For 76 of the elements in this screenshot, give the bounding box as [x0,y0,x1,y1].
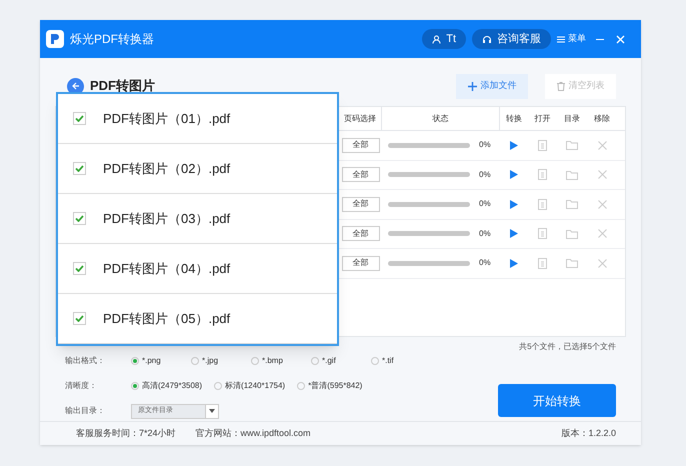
radio-option[interactable]: *普清(595*842) [297,380,362,392]
file-name: PDF转图片（01）.pdf [103,110,230,128]
file-name: PDF转图片（05）.pdf [103,310,230,328]
close-icon[interactable] [598,170,606,180]
play-icon[interactable] [510,229,518,238]
document-icon[interactable] [538,228,547,240]
play-icon[interactable] [510,200,518,209]
file-summary: 共5个文件，已选择5个文件 [519,341,616,353]
caret-icon [209,409,215,413]
option-label: 输出目录： [65,405,106,417]
website-text: 官方网站：www.ipdftool.com [196,426,311,440]
folder-icon[interactable] [566,170,578,180]
radio-option[interactable]: *.tif [371,355,419,367]
folder-icon[interactable] [566,140,578,150]
folder-icon[interactable] [566,228,578,239]
service-hours: 客服服务时间：7*24小时 [76,426,176,440]
file-name: PDF转图片（02）.pdf [103,160,230,178]
folder-icon[interactable] [566,199,578,210]
trash-icon [556,82,564,90]
play-icon[interactable] [510,170,518,180]
add-file-button[interactable]: 添加文件 [456,74,528,98]
folder-icon[interactable] [566,258,578,268]
version-text: 版本：1.2.2.0 [561,426,616,440]
column-header: 转换 [505,112,523,124]
user-icon [432,34,442,44]
radio-option[interactable]: 高清(2479*3508) [131,380,202,392]
page-range-button[interactable]: 全部 [342,196,380,212]
play-icon[interactable] [510,140,518,150]
radio-option[interactable]: *.png [131,355,179,367]
support-button[interactable]: 咨询客服 [472,29,551,49]
start-convert-button[interactable]: 开始转换 [498,384,616,417]
menu-icon [557,36,565,42]
document-icon[interactable] [538,198,547,210]
window-title: 烁光PDF转换器 [70,31,154,48]
checkbox[interactable] [73,262,86,275]
checkbox[interactable] [73,312,86,325]
close-icon[interactable] [598,140,606,150]
document-icon[interactable] [538,169,547,180]
file-name: PDF转图片（04）.pdf [103,260,230,278]
radio-option[interactable]: *.bmp [251,355,299,367]
checkbox[interactable] [73,212,86,225]
headset-icon [482,34,492,44]
progress-percent: 0% [479,168,491,181]
radio-option[interactable]: *.jpg [191,355,239,367]
progress-percent: 0% [479,198,491,210]
column-header: 目录 [563,112,581,124]
page-range-button[interactable]: 全部 [342,167,380,182]
app-logo-icon [46,30,64,48]
radio-option[interactable]: 标清(1240*1754) [214,380,286,392]
column-header: 移除 [593,112,611,124]
progress-percent: 0% [479,257,491,270]
checkbox[interactable] [73,162,86,175]
close-icon[interactable] [598,258,606,268]
page-range-button[interactable]: 全部 [342,226,380,242]
close-button[interactable] [616,34,625,44]
arrow-left-icon [72,82,80,90]
play-icon[interactable] [510,258,518,268]
page-range-button[interactable]: 全部 [342,138,380,153]
user-button[interactable]: Tt [422,29,466,49]
close-icon[interactable] [598,229,606,238]
document-icon[interactable] [538,140,547,151]
page-title: PDF转图片 [90,77,155,96]
option-label: 清晰度： [65,380,98,392]
plus-icon [468,82,476,90]
progress-percent: 0% [479,139,491,152]
document-icon[interactable] [538,258,547,269]
menu-button[interactable]: 菜单 [557,32,586,46]
page-range-button[interactable]: 全部 [342,256,380,271]
column-header: 打开 [534,112,552,124]
option-label: 输出格式： [65,355,106,367]
column-header: 状态 [382,107,500,130]
radio-option[interactable]: *.gif [311,355,359,367]
close-icon[interactable] [598,200,606,209]
file-name: PDF转图片（03）.pdf [103,210,230,228]
checkbox[interactable] [73,112,86,125]
progress-percent: 0% [479,228,491,240]
